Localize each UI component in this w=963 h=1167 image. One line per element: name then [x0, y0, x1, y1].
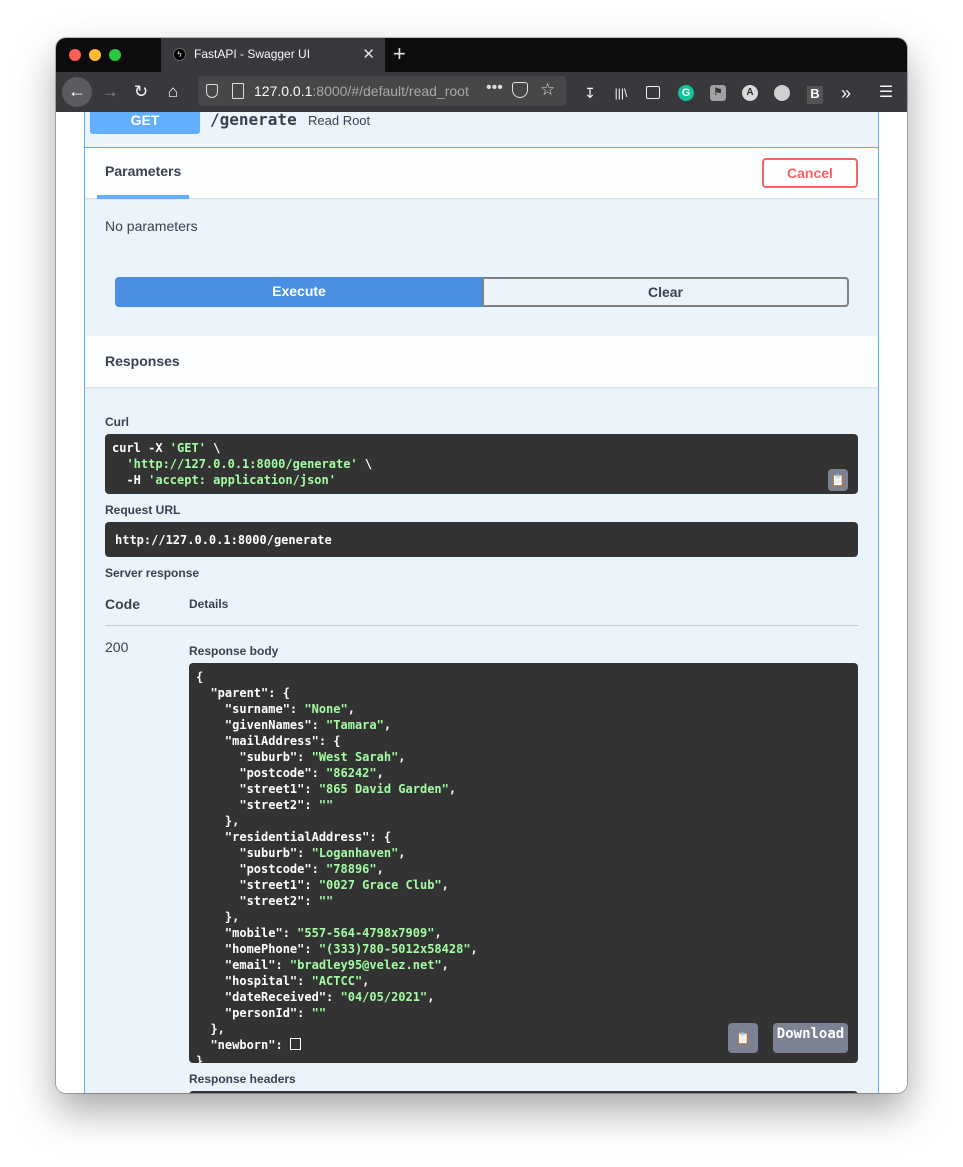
- hamburger-menu-icon[interactable]: ☰: [878, 85, 894, 101]
- new-tab-icon[interactable]: +: [393, 41, 406, 67]
- tab-title: FastAPI - Swagger UI: [194, 47, 311, 61]
- browser-tab[interactable]: ϟ FastAPI - Swagger UI ✕: [161, 38, 385, 72]
- overflow-chevron-icon[interactable]: »: [838, 84, 854, 102]
- code-line: "email": "bradley95@velez.net",: [196, 958, 449, 972]
- download-icon[interactable]: ↧: [582, 85, 598, 101]
- operation-path: /generate: [210, 112, 297, 129]
- minimize-window-button[interactable]: [89, 49, 101, 61]
- operation-description: Read Root: [308, 113, 371, 128]
- code-line: "street2": "": [196, 798, 334, 812]
- copy-curl-icon[interactable]: 📋: [828, 469, 848, 491]
- response-body-label: Response body: [189, 644, 279, 658]
- b-extension-icon[interactable]: B: [807, 86, 823, 104]
- browser-window: ϟ FastAPI - Swagger UI ✕ + ← → ↻ ⌂ 127.0…: [56, 38, 907, 1093]
- code-line: "postcode": "78896",: [196, 862, 384, 876]
- responses-title: Responses: [105, 353, 180, 369]
- curl-command: curl -X 'GET' \ 'http://127.0.0.1:8000/g…: [105, 434, 858, 494]
- responses-header: Responses: [85, 336, 878, 387]
- response-headers-block[interactable]: [189, 1091, 858, 1093]
- response-headers-label: Response headers: [189, 1072, 296, 1086]
- sidebar-icon[interactable]: [646, 86, 660, 99]
- page-actions-icon[interactable]: •••: [486, 79, 503, 97]
- tab-close-icon[interactable]: ✕: [362, 45, 375, 63]
- code-line: "mailAddress": {: [196, 734, 341, 748]
- page-info-icon[interactable]: [232, 83, 244, 99]
- forward-arrow-icon[interactable]: →: [96, 78, 124, 106]
- code-line: "surname": "None",: [196, 702, 355, 716]
- home-icon[interactable]: ⌂: [159, 78, 187, 106]
- download-button[interactable]: Download: [773, 1023, 848, 1053]
- operation-summary[interactable]: GET /generate Read Root: [85, 112, 878, 148]
- request-url-block[interactable]: http://127.0.0.1:8000/generate: [105, 522, 858, 557]
- response-body-block[interactable]: { "parent": { "surname": "None", "givenN…: [189, 663, 858, 1063]
- fastapi-favicon-icon: ϟ: [173, 48, 186, 61]
- response-body-json: { "parent": { "surname": "None", "givenN…: [189, 663, 858, 1063]
- code-line: "street1": "0027 Grace Club",: [196, 878, 449, 892]
- table-divider: [105, 625, 858, 626]
- code-line: "suburb": "West Sarah",: [196, 750, 406, 764]
- url-text[interactable]: 127.0.0.1:8000/#/default/read_root: [254, 83, 479, 99]
- code-line: 'http://127.0.0.1:8000/generate' \: [126, 457, 373, 471]
- library-icon[interactable]: |||\: [613, 85, 629, 101]
- execute-button[interactable]: Execute: [115, 277, 483, 307]
- checkbox-glyph-icon: [289, 1038, 301, 1050]
- code-line: "street2": "": [196, 894, 334, 908]
- code-line: "suburb": "Loganhaven",: [196, 846, 406, 860]
- code-line: },: [196, 910, 240, 924]
- code-line: "homePhone": "(333)780-5012x58428",: [196, 942, 478, 956]
- code-line: "mobile": "557-564-4798x7909",: [196, 926, 442, 940]
- code-line: "dateReceived": "04/05/2021",: [196, 990, 435, 1004]
- url-path: :8000/#/default/read_root: [312, 83, 469, 99]
- code-line: -H 'accept: application/json': [112, 473, 336, 487]
- copy-response-icon[interactable]: 📋: [728, 1023, 758, 1053]
- navigation-toolbar: ← → ↻ ⌂ 127.0.0.1:8000/#/default/read_ro…: [56, 72, 907, 112]
- code-line: {: [196, 670, 204, 684]
- cancel-button[interactable]: Cancel: [762, 158, 858, 188]
- parameters-header: Parameters Cancel: [85, 148, 878, 199]
- execute-button-group: Execute Clear: [115, 277, 849, 307]
- title-bar: ϟ FastAPI - Swagger UI ✕ +: [56, 38, 907, 72]
- code-line: },: [196, 814, 240, 828]
- pocket-icon[interactable]: [512, 82, 528, 98]
- response-status-code: 200: [105, 639, 129, 655]
- tab-parameters[interactable]: Parameters: [97, 148, 189, 199]
- code-line: "personId": "": [196, 1006, 327, 1020]
- server-response-label: Server response: [105, 566, 200, 580]
- page-content: GET /generate Read Root Parameters Cance…: [56, 112, 907, 1093]
- back-arrow-icon[interactable]: ←: [62, 77, 92, 107]
- code-line: "postcode": "86242",: [196, 766, 384, 780]
- no-parameters-text: No parameters: [105, 218, 198, 234]
- close-window-button[interactable]: [69, 49, 81, 61]
- clear-button[interactable]: Clear: [482, 277, 849, 307]
- code-column-header: Code: [105, 596, 140, 612]
- request-url-label: Request URL: [105, 503, 181, 517]
- bookmark-star-icon[interactable]: ☆: [540, 80, 555, 100]
- code-line: }: [196, 1054, 204, 1063]
- shield-icon[interactable]: [206, 84, 218, 98]
- grammarly-extension-icon[interactable]: G: [678, 85, 694, 101]
- code-line: curl -X 'GET' \: [112, 441, 221, 455]
- curl-label: Curl: [105, 415, 129, 429]
- reload-icon[interactable]: ↻: [127, 78, 155, 106]
- code-line: "givenNames": "Tamara",: [196, 718, 392, 732]
- a-extension-icon[interactable]: A: [742, 85, 758, 101]
- request-url: http://127.0.0.1:8000/generate: [115, 533, 332, 547]
- code-line: "parent": {: [196, 686, 290, 700]
- url-host: 127.0.0.1: [254, 83, 313, 99]
- code-line: "street1": "865 David Garden",: [196, 782, 457, 796]
- extension-icon[interactable]: ⚑: [710, 85, 726, 101]
- maximize-window-button[interactable]: [109, 49, 121, 61]
- method-badge: GET: [90, 112, 200, 134]
- parameters-tab-label: Parameters: [105, 163, 182, 179]
- code-line: "hospital": "ACTCC",: [196, 974, 370, 988]
- curl-code-block[interactable]: curl -X 'GET' \ 'http://127.0.0.1:8000/g…: [105, 434, 858, 494]
- code-line: "residentialAddress": {: [196, 830, 392, 844]
- details-column-header: Details: [189, 597, 229, 611]
- operation-block: GET /generate Read Root Parameters Cance…: [84, 112, 879, 1093]
- circle-extension-icon[interactable]: [774, 85, 790, 101]
- url-bar[interactable]: 127.0.0.1:8000/#/default/read_root ••• ☆: [198, 76, 566, 106]
